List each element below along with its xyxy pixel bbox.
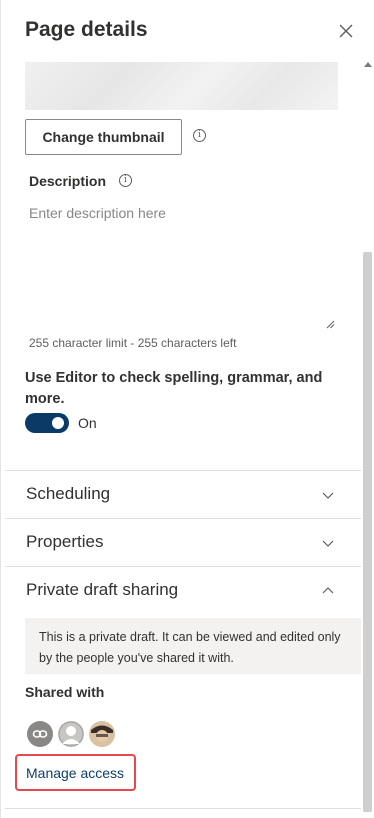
private-draft-note: This is a private draft. It can be viewe…	[25, 618, 361, 674]
panel-title: Page details	[25, 18, 148, 41]
section-title: Private draft sharing	[26, 580, 179, 599]
avatar-photo-icon	[89, 721, 115, 747]
toggle-knob	[52, 417, 64, 429]
description-label: Description	[29, 173, 107, 189]
thumbnail-image	[25, 62, 338, 110]
divider	[5, 518, 361, 519]
chevron-down-icon	[322, 540, 334, 547]
section-scheduling[interactable]: Scheduling	[1, 472, 361, 518]
editor-toggle[interactable]	[25, 413, 69, 433]
shared-with-label: Shared with	[25, 684, 105, 700]
info-icon[interactable]: i	[119, 174, 132, 187]
user-photo-avatar[interactable]	[89, 721, 115, 747]
person-icon	[58, 721, 84, 747]
close-icon	[339, 24, 353, 38]
close-button[interactable]	[335, 20, 357, 42]
resize-grip-icon[interactable]	[326, 320, 335, 329]
panel-body: Change thumbnail i Description i 255 cha…	[1, 62, 374, 818]
scroll-thumb[interactable]	[363, 252, 372, 812]
share-link-avatar[interactable]	[27, 721, 53, 747]
editor-check-label: Use Editor to check spelling, grammar, a…	[25, 370, 323, 407]
character-limit-text: 255 character limit - 255 characters lef…	[29, 336, 237, 350]
page-details-panel: Page details Change thumbnail i Descript…	[0, 0, 374, 818]
divider	[5, 808, 361, 809]
toggle-state-label: On	[78, 415, 97, 431]
chevron-up-icon	[322, 587, 334, 594]
manage-access-label: Manage access	[26, 764, 125, 781]
panel-header: Page details	[1, 0, 374, 62]
change-thumbnail-button[interactable]: Change thumbnail	[25, 119, 182, 155]
info-icon[interactable]: i	[193, 129, 206, 142]
manage-access-link[interactable]: Manage access	[15, 754, 136, 791]
description-input[interactable]	[25, 197, 337, 331]
chevron-down-icon	[322, 492, 334, 499]
section-title: Properties	[26, 532, 104, 551]
divider	[5, 470, 361, 471]
section-title: Scheduling	[26, 484, 111, 503]
link-icon	[32, 730, 48, 738]
scrollbar[interactable]	[361, 62, 374, 818]
user-avatar[interactable]	[58, 721, 84, 747]
divider	[5, 566, 361, 567]
section-properties[interactable]: Properties	[1, 520, 361, 566]
section-private-draft-sharing[interactable]: Private draft sharing	[1, 568, 361, 614]
scroll-up-arrow-icon[interactable]	[364, 62, 372, 67]
